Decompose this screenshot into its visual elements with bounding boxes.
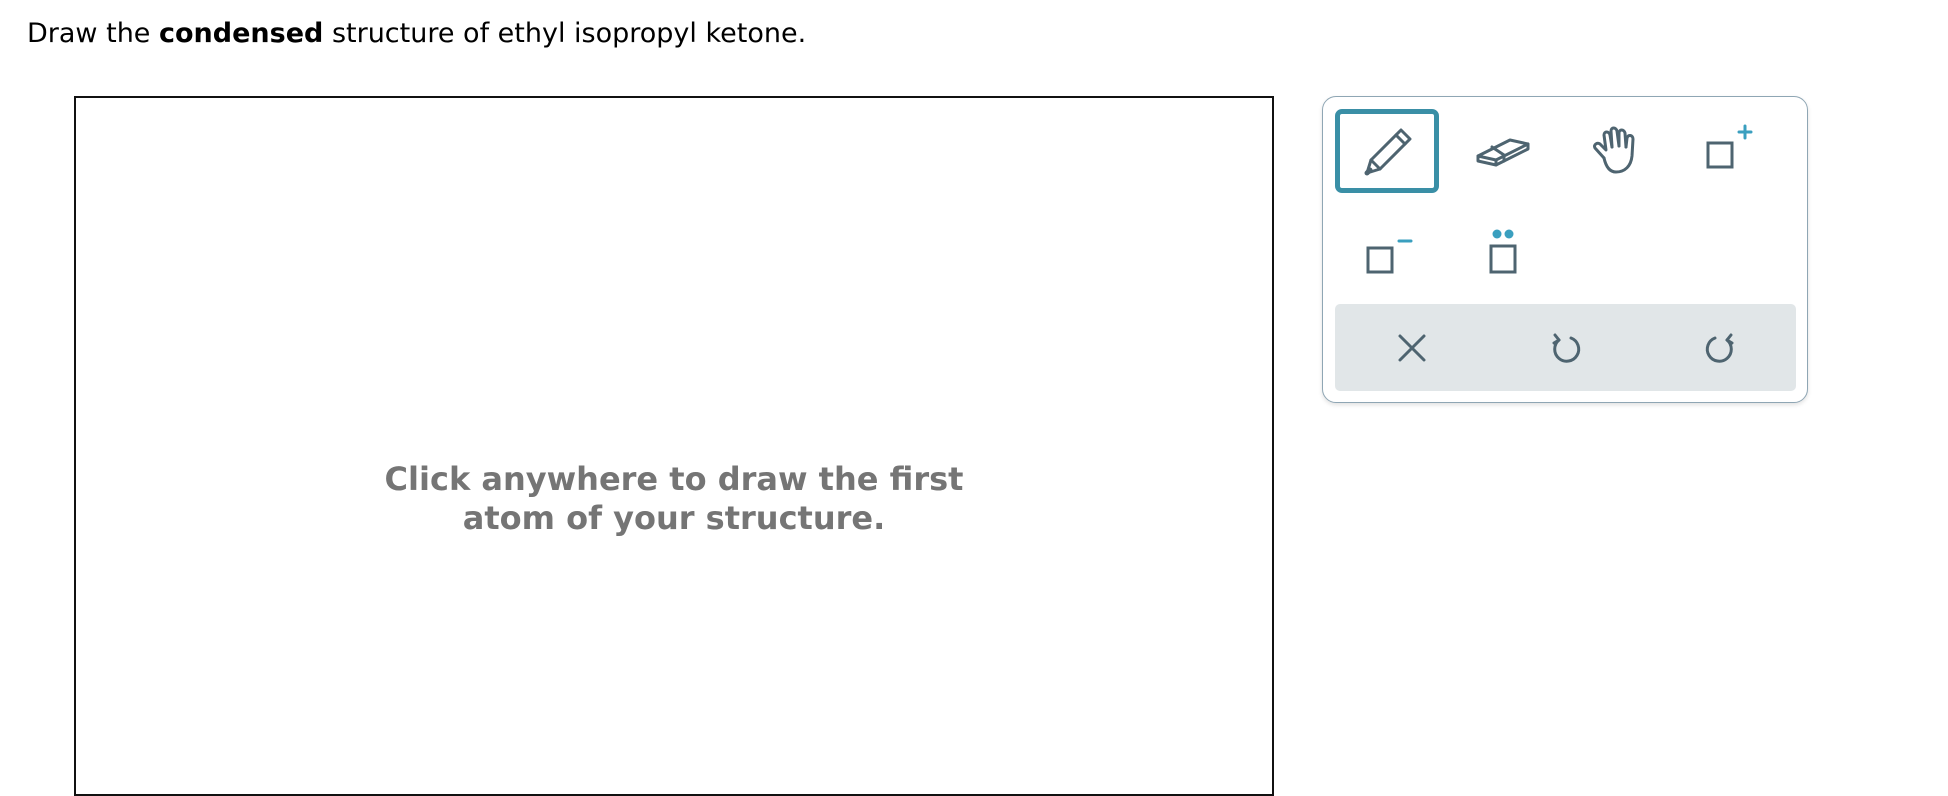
pencil-tool-button[interactable] (1335, 109, 1439, 193)
prompt-emphasis: condensed (159, 18, 324, 49)
prompt-text-end: structure of ethyl isopropyl ketone. (323, 18, 807, 49)
undo-icon (1552, 333, 1581, 363)
redo-button[interactable] (1665, 304, 1775, 391)
eraser-tool-button[interactable] (1451, 109, 1555, 193)
canvas-hint-line-1: Click anywhere to draw the first (384, 460, 964, 498)
move-tool-button[interactable] (1563, 109, 1667, 193)
close-icon (1398, 334, 1426, 361)
question-prompt: Draw the condensed structure of ethyl is… (27, 14, 806, 54)
negative-charge-icon (1366, 239, 1413, 274)
clear-button[interactable] (1357, 304, 1467, 391)
lone-pair-icon (1489, 229, 1517, 274)
pencil-icon (1364, 128, 1412, 176)
prompt-text-start: Draw the (27, 18, 159, 49)
undo-button[interactable] (1511, 304, 1621, 391)
add-positive-charge-button[interactable] (1675, 109, 1779, 193)
redo-icon (1705, 333, 1734, 363)
add-lone-pair-button[interactable] (1451, 209, 1555, 293)
drawing-toolbox (1322, 96, 1808, 403)
canvas-hint-line-2: atom of your structure. (462, 499, 886, 537)
drawing-canvas[interactable]: Click anywhere to draw the first atom of… (74, 96, 1274, 796)
hand-icon (1593, 126, 1635, 174)
eraser-icon (1476, 138, 1530, 167)
add-negative-charge-button[interactable] (1335, 209, 1439, 293)
positive-charge-icon (1706, 124, 1753, 169)
canvas-hint: Click anywhere to draw the first atom of… (76, 460, 1272, 538)
action-bar (1335, 304, 1796, 391)
